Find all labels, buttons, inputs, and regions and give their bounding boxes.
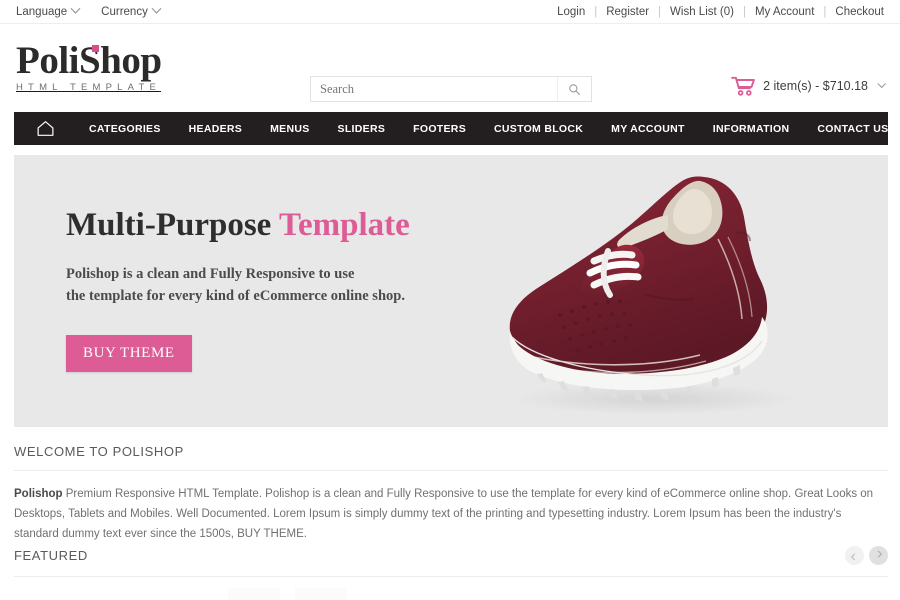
- separator: |: [658, 5, 662, 18]
- hero-title-plain: Multi-Purpose: [66, 207, 279, 243]
- nav-item-categories[interactable]: CATEGORIES: [75, 123, 175, 135]
- separator: |: [742, 5, 746, 18]
- chevron-left-icon: [850, 553, 859, 561]
- language-label: Language: [16, 5, 68, 18]
- top-bar-links: Login | Register | Wish List (0) | My Ac…: [557, 6, 884, 18]
- currency-label: Currency: [101, 5, 148, 18]
- hero-subtitle: Polishop is a clean and Fully Responsive…: [66, 264, 410, 308]
- welcome-body-bold: Polishop: [14, 488, 63, 500]
- separator: |: [823, 5, 827, 18]
- featured-section-title: FEATURED: [14, 548, 88, 563]
- language-selector[interactable]: Language: [16, 3, 81, 18]
- link-wish-list[interactable]: Wish List (0): [670, 6, 734, 18]
- separator: |: [594, 5, 598, 18]
- search-input[interactable]: [311, 77, 557, 101]
- featured-section: FEATURED: [14, 546, 888, 577]
- chevron-down-icon: [70, 3, 81, 14]
- site-logo[interactable]: PoliShop HTML TEMPLATE: [16, 41, 246, 93]
- link-login[interactable]: Login: [557, 6, 585, 18]
- hero-subtitle-line-2: the template for every kind of eCommerce…: [66, 288, 405, 305]
- nav-item-information[interactable]: INFORMATION: [699, 123, 804, 135]
- product-card[interactable]: [228, 588, 280, 600]
- nav-item-home[interactable]: [36, 120, 75, 137]
- chevron-down-icon: [877, 79, 886, 89]
- welcome-section-title: WELCOME TO POLISHOP: [14, 444, 888, 471]
- nav-item-my-account[interactable]: MY ACCOUNT: [597, 123, 699, 135]
- logo-wordmark: PoliShop: [16, 38, 162, 82]
- hero-title-accent: Template: [278, 207, 410, 243]
- nav-item-sliders[interactable]: SLIDERS: [324, 123, 400, 135]
- nav-item-footers[interactable]: FOOTERS: [399, 123, 480, 135]
- buy-theme-button[interactable]: BUY THEME: [66, 334, 192, 372]
- hero-banner: Multi-Purpose Template Polishop is a cle…: [14, 155, 888, 427]
- logo-dot-accent: [92, 44, 99, 52]
- featured-section-header: FEATURED: [14, 546, 888, 577]
- hero-copy: Multi-Purpose Template Polishop is a cle…: [66, 207, 410, 372]
- welcome-body: Polishop Premium Responsive HTML Templat…: [14, 485, 888, 544]
- logo-tagline: HTML TEMPLATE: [16, 81, 162, 93]
- carousel-controls: [845, 546, 888, 565]
- nav-item-custom-block[interactable]: CUSTOM BLOCK: [480, 123, 597, 135]
- top-bar: Language Currency Login | Register | Wis…: [0, 0, 900, 24]
- search-box: [310, 76, 592, 102]
- chevron-down-icon: [151, 3, 162, 14]
- nav-item-contact-us[interactable]: CONTACT US: [803, 123, 900, 135]
- hero-subtitle-line-1: Polishop is a clean and Fully Responsive…: [66, 266, 355, 283]
- nav-item-headers[interactable]: HEADERS: [175, 123, 256, 135]
- home-icon: [37, 121, 54, 136]
- link-checkout[interactable]: Checkout: [835, 6, 884, 18]
- welcome-body-text: Premium Responsive HTML Template. Polish…: [14, 488, 874, 540]
- search-icon: [569, 83, 580, 95]
- logo-text: PoliShop: [16, 41, 162, 80]
- hero-product-image-sneaker: [509, 176, 796, 415]
- shopping-cart-icon: [731, 76, 755, 96]
- carousel-next-button[interactable]: [869, 546, 888, 565]
- top-bar-left: Language Currency: [16, 3, 162, 18]
- welcome-section: WELCOME TO POLISHOP Polishop Premium Res…: [14, 444, 888, 544]
- nav-item-menus[interactable]: MENUS: [256, 123, 323, 135]
- search-button[interactable]: [557, 77, 591, 101]
- link-my-account[interactable]: My Account: [755, 6, 814, 18]
- chevron-right-icon: [874, 550, 883, 558]
- main-navigation: CATEGORIES HEADERS MENUS SLIDERS FOOTERS…: [14, 112, 888, 145]
- cart-summary-text: 2 item(s) - $710.18: [763, 79, 868, 93]
- link-register[interactable]: Register: [606, 6, 649, 18]
- cart-widget[interactable]: 2 item(s) - $710.18: [731, 76, 886, 96]
- product-card[interactable]: [295, 588, 347, 600]
- featured-product-carousel: [14, 588, 888, 600]
- hero-title: Multi-Purpose Template: [66, 207, 410, 243]
- site-header: PoliShop HTML TEMPLATE 2 item(s) - $710: [0, 24, 900, 109]
- currency-selector[interactable]: Currency: [101, 3, 162, 18]
- carousel-prev-button[interactable]: [845, 546, 864, 565]
- page-root: Language Currency Login | Register | Wis…: [0, 0, 900, 600]
